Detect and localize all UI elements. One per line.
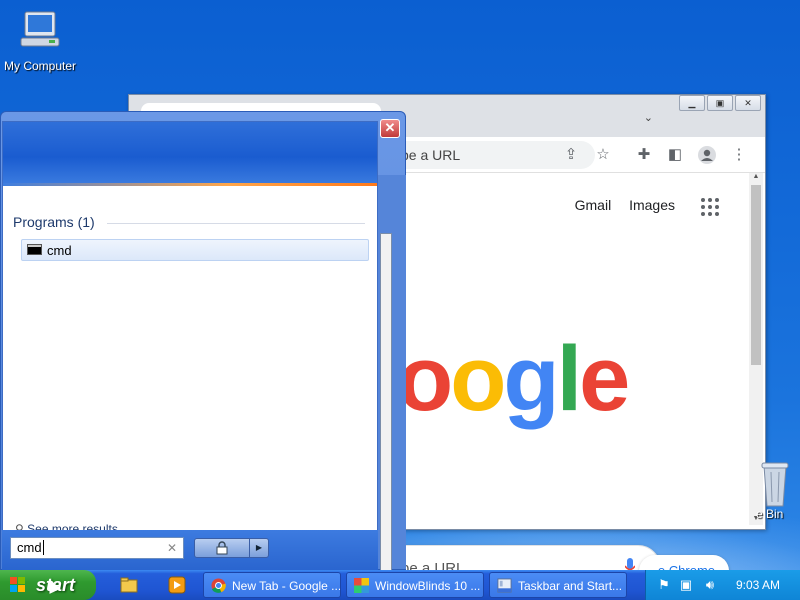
desktop-icon-label: e Bin	[756, 507, 784, 521]
tab-search-chevron-icon[interactable]: ⌄	[644, 111, 653, 124]
top-links: Gmail Images	[561, 197, 675, 213]
scroll-thumb[interactable]	[751, 185, 761, 365]
customize-chrome-button[interactable]: e Chrome	[639, 555, 729, 570]
programs-header: Programs (1)	[13, 214, 95, 230]
taskbar-item-taskbar-settings[interactable]: Taskbar and Start...	[489, 572, 627, 598]
my-computer-icon	[20, 11, 60, 47]
mic-icon[interactable]	[625, 558, 635, 570]
search-placeholder: pe a URL	[401, 560, 465, 570]
security-alert-icon[interactable]: ⚑	[656, 577, 672, 593]
google-logo: oogle	[397, 328, 630, 430]
desktop-icon-my-computer[interactable]: My Computer	[0, 10, 80, 73]
task-label: Taskbar and Start...	[518, 579, 623, 593]
maximize-button[interactable]: ▣	[707, 95, 733, 111]
start-menu-left-pane: Programs (1) cmd ⚲ See more results	[2, 121, 378, 569]
start-menu-right-panel	[380, 233, 392, 570]
explorer-quicklaunch-icon[interactable]	[120, 576, 138, 594]
taskbar-item-chrome[interactable]: New Tab - Google ...	[203, 572, 341, 598]
start-search-value: cmd	[17, 540, 42, 555]
minimize-button[interactable]: ▁	[679, 95, 705, 111]
start-menu-right-pane	[378, 175, 406, 570]
menu-icon[interactable]: ⋮	[729, 145, 749, 165]
bookmark-star-icon[interactable]: ☆	[593, 145, 613, 165]
desktop: My Computer ⌄ ▁ ▣ ✕ pe a URL ⇪ ☆ ✚ ◧ ⋮ G…	[0, 0, 800, 570]
cmd-icon	[27, 244, 42, 255]
share-icon[interactable]: ⇪	[561, 145, 581, 165]
lock-icon	[216, 541, 228, 555]
taskbar-settings-icon	[497, 578, 512, 593]
task-label: New Tab - Google ...	[232, 579, 341, 593]
system-tray: ⚑ ▣ 🔊︎ 9:03 AM	[645, 570, 800, 600]
start-menu-close-button[interactable]: ✕	[380, 119, 400, 138]
window-controls: ▁ ▣ ✕	[677, 95, 761, 111]
chrome-icon	[211, 578, 226, 593]
windows-logo-icon	[10, 577, 26, 593]
scroll-up-arrow-icon[interactable]: ▲	[749, 173, 763, 183]
recycle-bin-icon	[761, 462, 789, 507]
network-icon[interactable]: ▣	[678, 577, 694, 593]
start-search-input[interactable]: cmd ✕	[10, 537, 184, 559]
desktop-icon-recycle-bin[interactable]: e Bin	[756, 462, 800, 521]
volume-icon[interactable]: 🔊︎	[702, 577, 718, 593]
start-menu-header	[3, 122, 377, 186]
media-player-quicklaunch-icon[interactable]	[168, 576, 186, 594]
clear-search-icon[interactable]: ✕	[167, 541, 177, 555]
extensions-icon[interactable]: ✚	[634, 145, 654, 165]
close-button[interactable]: ✕	[735, 95, 761, 111]
program-result-cmd[interactable]: cmd	[21, 239, 369, 261]
shutdown-button[interactable]	[194, 538, 250, 558]
profile-icon[interactable]	[697, 145, 717, 165]
task-label: WindowBlinds 10 ...	[375, 579, 481, 593]
shutdown-options-arrow-icon[interactable]: ▶	[249, 538, 269, 558]
taskbar-clock[interactable]: 9:03 AM	[736, 578, 780, 592]
taskbar-item-windowblinds[interactable]: WindowBlinds 10 ...	[346, 572, 484, 598]
side-panel-icon[interactable]: ◧	[665, 145, 685, 165]
images-link[interactable]: Images	[629, 197, 675, 213]
program-result-label: cmd	[47, 243, 72, 258]
start-menu: Programs (1) cmd ⚲ See more results ✕ cm…	[0, 111, 406, 570]
programs-divider	[107, 223, 365, 224]
apps-icon[interactable]	[701, 198, 719, 216]
gmail-link[interactable]: Gmail	[575, 197, 612, 213]
windowblinds-icon	[354, 578, 369, 593]
address-bar-placeholder: pe a URL	[401, 147, 461, 163]
taskbar: start New Tab - Google ... WindowBlinds …	[0, 570, 800, 600]
desktop-icon-label: My Computer	[3, 59, 77, 73]
